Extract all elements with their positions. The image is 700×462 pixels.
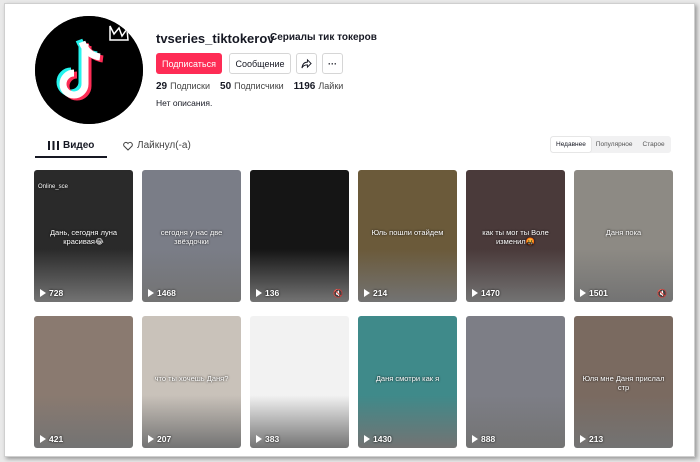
video-views: 1430 <box>364 434 392 444</box>
video-caption: Юль пошли отайдем <box>371 228 444 237</box>
message-button[interactable]: Сообщение <box>229 53 291 74</box>
video-caption: Юля мне Даня прислал стр <box>582 374 665 392</box>
sort-old[interactable]: Старое <box>638 137 670 152</box>
play-icon <box>148 289 154 297</box>
video-top-text: Online_sce <box>38 184 69 190</box>
video-tile[interactable]: 136 🔇 <box>250 170 349 302</box>
video-tile[interactable]: что ты хочешь Даня? 207 <box>142 316 241 448</box>
active-tab-indicator <box>35 156 107 158</box>
share-button[interactable] <box>296 53 317 74</box>
video-tile[interactable]: Юль пошли отайдем 214 <box>358 170 457 302</box>
tab-liked-label: Лайкнул(-а) <box>137 140 191 151</box>
video-caption: Даня пока <box>605 228 642 237</box>
sort-new[interactable]: Недавнее <box>551 137 591 152</box>
video-views: 383 <box>256 434 279 444</box>
profile-nickname: Сериалы тик токеров <box>270 32 377 43</box>
profile-stats: 29 Подписки 50 Подписчики 1196 Лайки <box>156 81 343 92</box>
play-icon <box>580 289 586 297</box>
video-tile[interactable]: Даня пока 1501 🔇 <box>574 170 673 302</box>
tab-liked[interactable]: Лайкнул(-а) <box>123 140 191 151</box>
play-icon <box>256 289 262 297</box>
video-views: 214 <box>364 288 387 298</box>
play-icon <box>472 289 478 297</box>
video-views: 136 <box>256 288 279 298</box>
following-stat[interactable]: 29 Подписки <box>156 81 210 92</box>
play-icon <box>40 289 46 297</box>
play-icon <box>40 435 46 443</box>
more-options-button[interactable]: ··· <box>322 53 343 74</box>
video-tile[interactable]: сегодня у нас две звёздочки 1468 <box>142 170 241 302</box>
video-views: 213 <box>580 434 603 444</box>
video-grid: Online_sce Дань, сегодня луна красивая😂 72… <box>34 170 674 448</box>
video-views: 421 <box>40 434 63 444</box>
share-icon <box>301 58 312 69</box>
profile-avatar[interactable] <box>35 16 143 124</box>
play-icon <box>472 435 478 443</box>
video-tile[interactable]: Юля мне Даня прислал стр 213 <box>574 316 673 448</box>
tab-videos[interactable]: Видео <box>48 140 94 151</box>
video-views: 207 <box>148 434 171 444</box>
tiktok-logo-icon <box>35 16 143 124</box>
profile-username: tvseries_tiktokerov <box>156 31 275 46</box>
video-caption: сегодня у нас две звёздочки <box>160 228 223 246</box>
video-tile[interactable]: 383 <box>250 316 349 448</box>
video-tile[interactable]: 888 <box>466 316 565 448</box>
video-tile[interactable]: как ты мог ты Воле изменил🤬 1470 <box>466 170 565 302</box>
followers-stat[interactable]: 50 Подписчики <box>220 81 284 92</box>
play-icon <box>256 435 262 443</box>
mute-icon[interactable]: 🔇 <box>333 289 343 298</box>
video-views: 1468 <box>148 288 176 298</box>
profile-bio: Нет описания. <box>156 98 213 108</box>
sort-popular[interactable]: Популярное <box>591 137 638 152</box>
video-tile[interactable]: 421 <box>34 316 133 448</box>
video-views: 1501 <box>580 288 608 298</box>
grid-icon <box>48 141 59 150</box>
tab-videos-label: Видео <box>63 140 95 151</box>
follow-button[interactable]: Подписаться <box>156 53 222 74</box>
video-views: 888 <box>472 434 495 444</box>
heart-lock-icon <box>123 141 133 151</box>
video-caption: Даня смотри как я <box>375 374 440 383</box>
video-views: 1470 <box>472 288 500 298</box>
video-tile[interactable]: Даня смотри как я 1430 <box>358 316 457 448</box>
video-tile[interactable]: Online_sce Дань, сегодня луна красивая😂 72… <box>34 170 133 302</box>
video-caption: Дань, сегодня луна красивая😂 <box>49 228 118 246</box>
video-views: 728 <box>40 288 63 298</box>
play-icon <box>580 435 586 443</box>
mute-icon[interactable]: 🔇 <box>657 289 667 298</box>
play-icon <box>364 289 370 297</box>
likes-stat: 1196 Лайки <box>293 81 344 92</box>
profile-page: tvseries_tiktokerov Сериалы тик токеров … <box>4 3 695 457</box>
video-caption: как ты мог ты Воле изменил🤬 <box>482 228 549 246</box>
play-icon <box>364 435 370 443</box>
sort-toggle: Недавнее Популярное Старое <box>550 136 671 153</box>
play-icon <box>148 435 154 443</box>
video-caption: что ты хочешь Даня? <box>154 374 229 383</box>
